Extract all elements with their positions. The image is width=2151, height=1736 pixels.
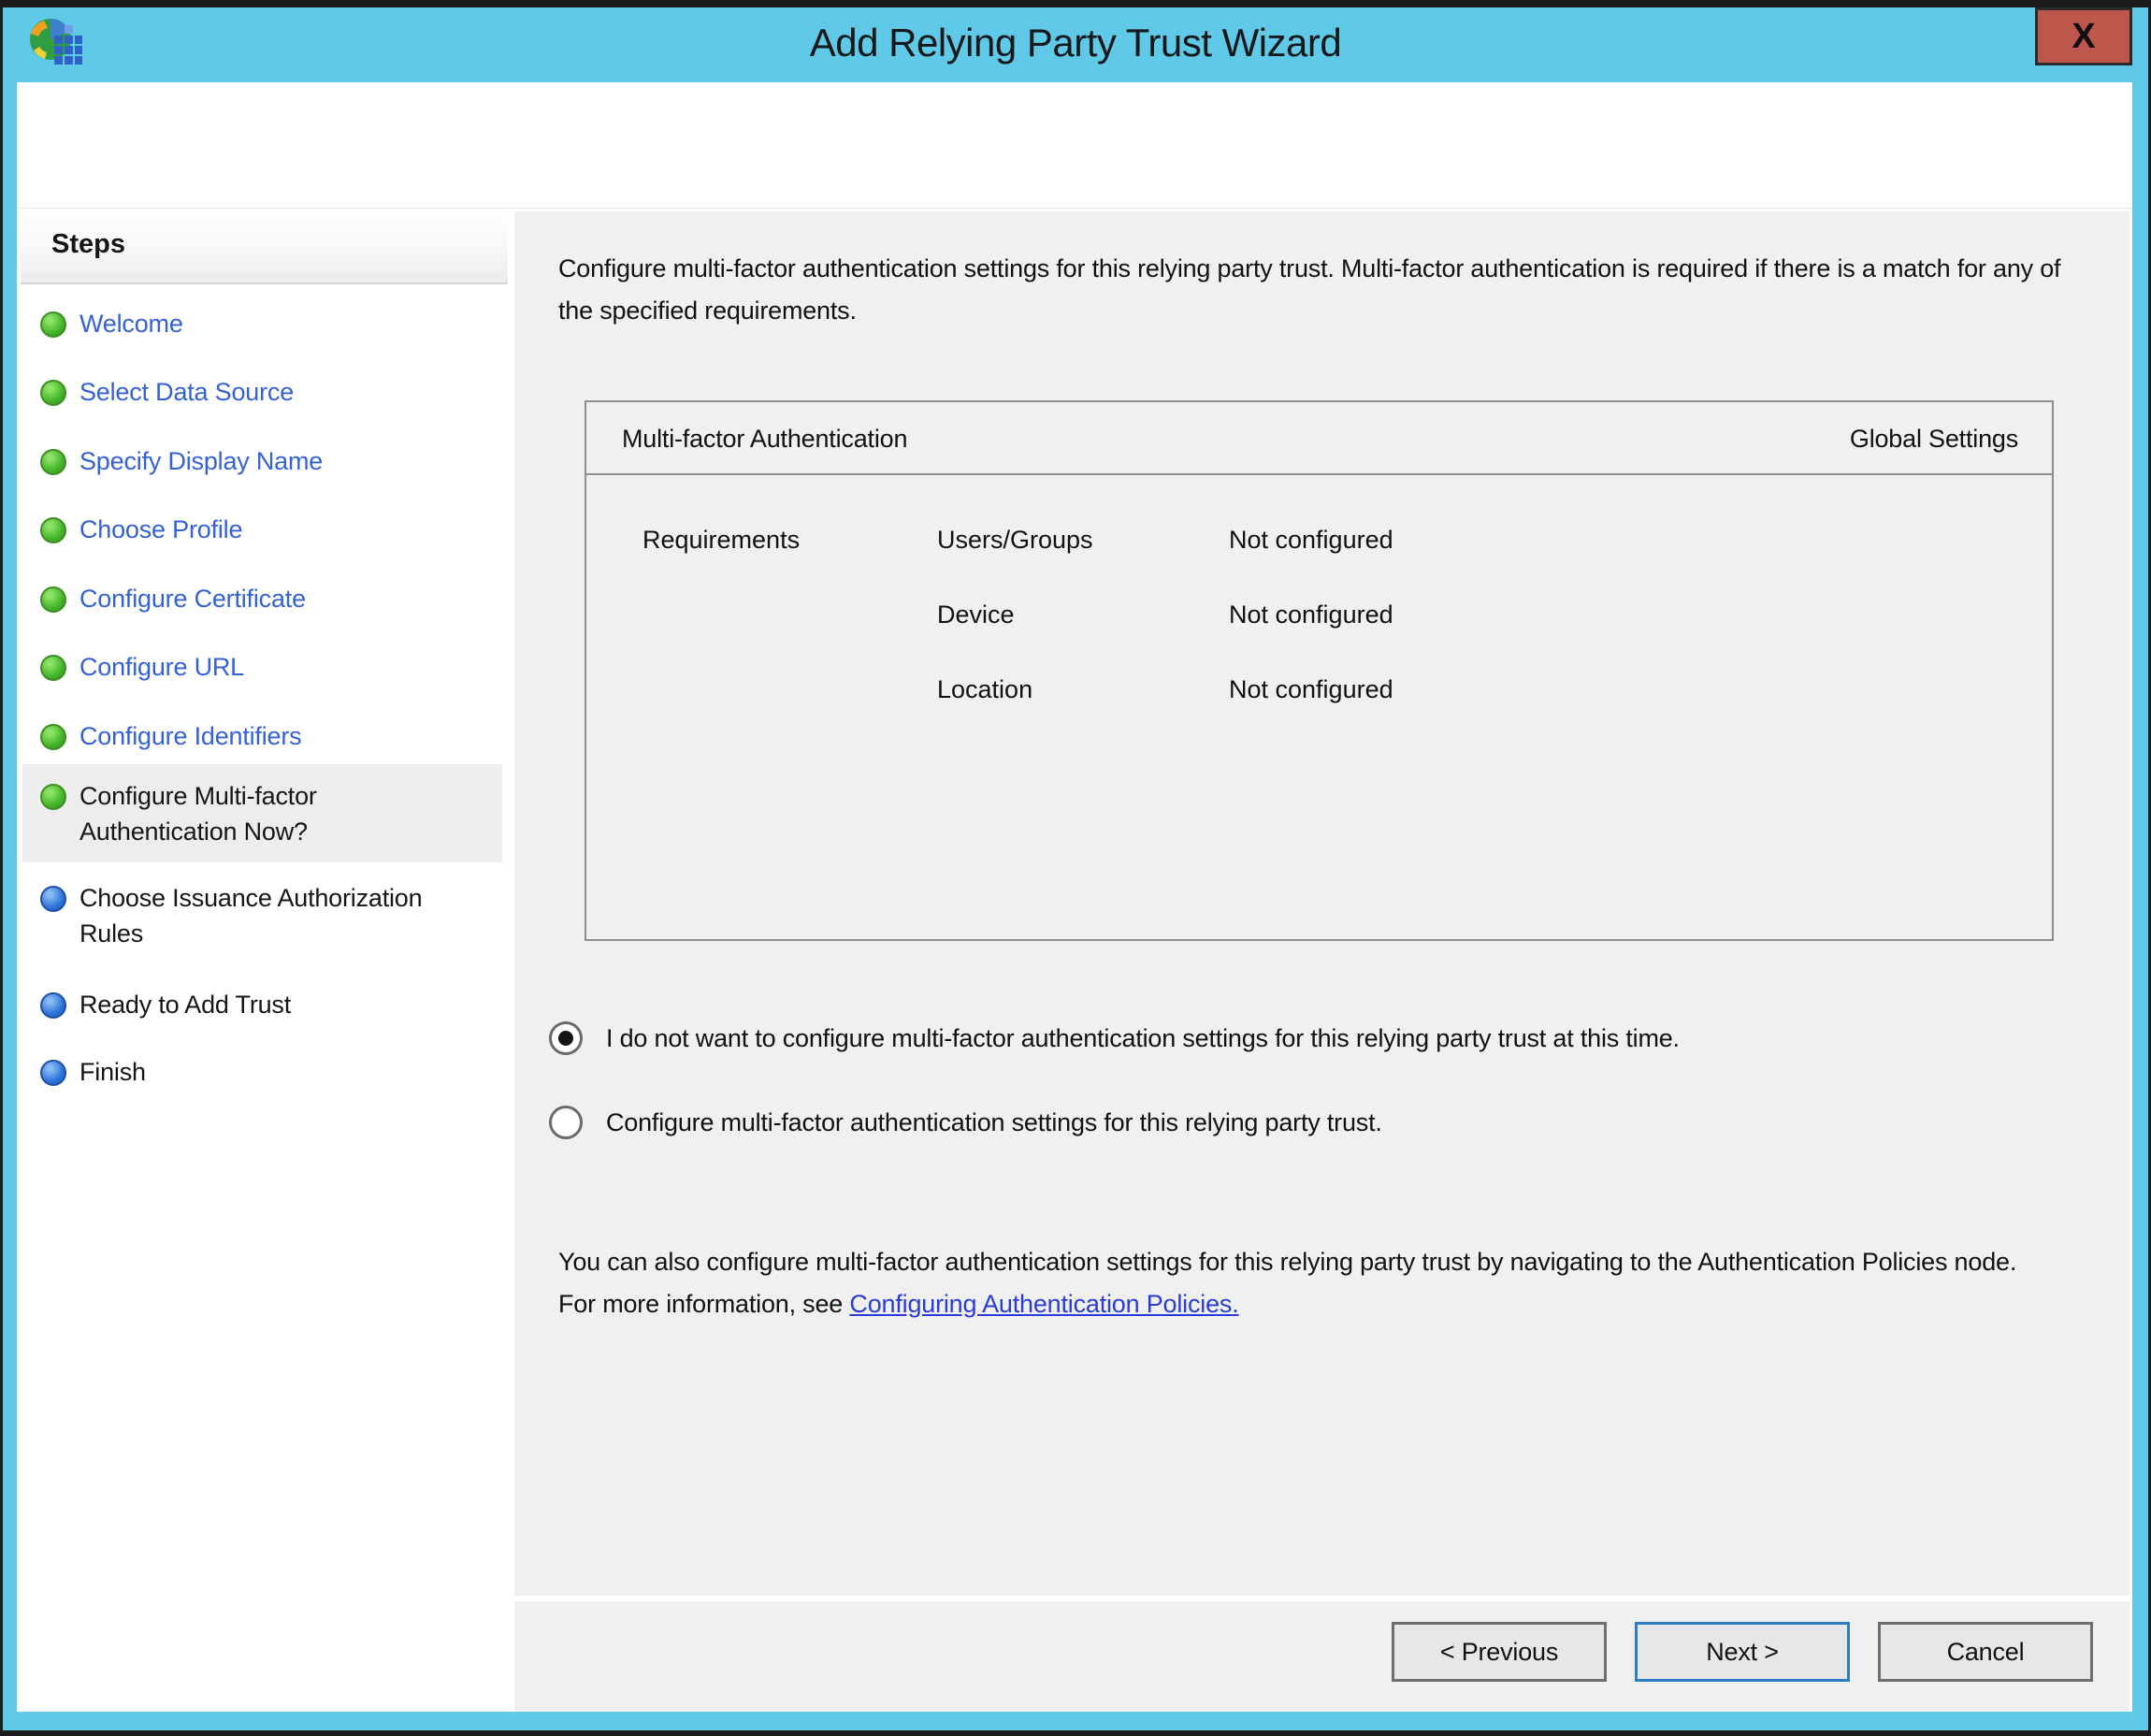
next-button[interactable]: Next > [1635,1622,1850,1682]
footnote-before: You can also configure multi-factor auth… [558,1248,2016,1318]
step-label: Configure Certificate [79,581,444,616]
mfa-row-value: Not configured [1229,600,1393,629]
step-label: Finish [79,1054,444,1090]
mfa-row-device: Device Not configured [586,600,2052,638]
step-label: Specify Display Name [79,443,444,479]
sidebar-step-configure-identifiers[interactable]: Configure Identifiers [40,718,444,754]
mfa-row-value: Not configured [1229,675,1393,704]
step-done-dot-icon [40,311,66,338]
sidebar-step-configure-certificate[interactable]: Configure Certificate [40,581,444,616]
radio-option-label: I do not want to configure multi-factor … [606,1024,1680,1053]
mfa-radio-option-2[interactable]: Configure multi-factor authentication se… [549,1106,1382,1139]
previous-button[interactable]: < Previous [1392,1622,1607,1682]
step-label: Configure Identifiers [79,718,444,754]
cancel-button[interactable]: Cancel [1878,1622,2093,1682]
radio-selected-icon[interactable] [549,1021,583,1055]
step-pending-dot-icon [40,1060,66,1086]
step-done-dot-icon [40,517,66,543]
sidebar-step-choose-profile[interactable]: Choose Profile [40,512,444,547]
sidebar-step-select-data-source[interactable]: Select Data Source [40,374,444,410]
sidebar-step-ready-to-add-trust: Ready to Add Trust [40,987,444,1022]
step-pending-dot-icon [40,992,66,1019]
step-label: Configure URL [79,649,444,685]
steps-heading: Steps [51,229,125,260]
sidebar-step-welcome[interactable]: Welcome [40,306,444,341]
sidebar-step-choose-issuance-authorization-rules: Choose Issuance Authorization Rules [40,880,444,951]
step-label: Ready to Add Trust [79,987,444,1022]
steps-header: Steps [21,209,508,284]
configuring-authentication-policies-link[interactable]: Configuring Authentication Policies [849,1290,1232,1318]
mfa-row-name: Users/Groups [937,526,1093,555]
step-done-dot-icon [40,784,66,810]
sidebar-step-configure-multi-factor-authentication-now: Configure Multi-factor Authentication No… [40,778,444,849]
mfa-box-title: Multi-factor Authentication [622,425,907,454]
step-label: Choose Issuance Authorization Rules [79,880,444,951]
mfa-settings-box: Multi-factor Authentication Global Setti… [585,400,2054,941]
step-label: Welcome [79,306,444,341]
wizard-window: Add Relying Party Trust Wizard X Steps W… [0,0,2151,1736]
mfa-row-location: Location Not configured [586,675,2052,713]
mfa-box-header: Multi-factor Authentication Global Setti… [586,402,2052,475]
footnote-period: . [1232,1290,1238,1318]
step-label: Configure Multi-factor Authentication No… [79,778,444,849]
step-pending-dot-icon [40,886,66,912]
footnote-text: You can also configure multi-factor auth… [558,1241,2055,1325]
step-label: Select Data Source [79,374,444,410]
step-done-dot-icon [40,380,66,406]
step-label: Choose Profile [79,512,444,547]
step-done-dot-icon [40,724,66,750]
mfa-radio-option-1[interactable]: I do not want to configure multi-factor … [549,1021,1680,1055]
mfa-row-value: Not configured [1229,526,1393,555]
mfa-row-users-groups: Users/Groups Not configured [586,526,2052,563]
mfa-row-name: Device [937,600,1015,629]
sidebar-step-configure-url[interactable]: Configure URL [40,649,444,685]
radio-option-label: Configure multi-factor authentication se… [606,1108,1382,1137]
mfa-row-name: Location [937,675,1032,704]
window-title: Add Relying Party Trust Wizard [0,21,2151,65]
close-button[interactable]: X [2035,7,2132,65]
step-done-dot-icon [40,655,66,681]
sidebar-step-finish: Finish [40,1054,444,1090]
sidebar-step-specify-display-name[interactable]: Specify Display Name [40,443,444,479]
step-done-dot-icon [40,586,66,613]
global-settings-label: Global Settings [1850,425,2018,454]
intro-text: Configure multi-factor authentication se… [558,248,2078,332]
step-done-dot-icon [40,449,66,475]
radio-unselected-icon[interactable] [549,1106,583,1139]
